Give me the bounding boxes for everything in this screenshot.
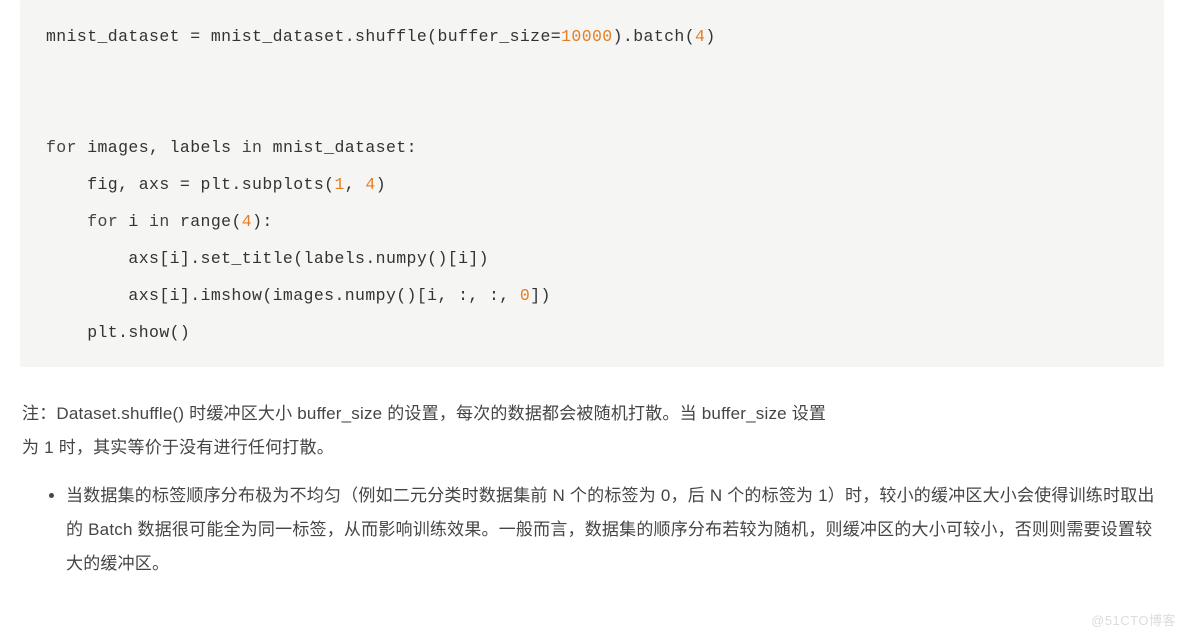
code-token: in	[149, 212, 170, 231]
bullet-list: 当数据集的标签顺序分布极为不均匀（例如二元分类时数据集前 N 个的标签为 0，后…	[22, 465, 1162, 581]
note-text-line1: 注：Dataset.shuffle() 时缓冲区大小 buffer_size 的…	[22, 404, 826, 423]
code-token: )	[376, 175, 386, 194]
code-token	[46, 212, 87, 231]
code-line: for images, labels in mnist_dataset:	[46, 129, 1138, 166]
code-token: for	[87, 212, 118, 231]
code-token: range(	[170, 212, 242, 231]
code-token: 10000	[561, 27, 613, 46]
watermark: @51CTO博客	[1091, 610, 1176, 629]
code-token: in	[242, 138, 263, 157]
code-token: ])	[530, 286, 551, 305]
code-line: fig, axs = plt.subplots(1, 4)	[46, 166, 1138, 203]
code-token: 1	[334, 175, 344, 194]
code-token: 4	[695, 27, 705, 46]
code-line: plt.show()	[46, 314, 1138, 351]
code-token: 0	[520, 286, 530, 305]
bullet-text: 当数据集的标签顺序分布极为不均匀（例如二元分类时数据集前 N 个的标签为 0，后…	[66, 486, 1155, 573]
code-token: for	[46, 138, 77, 157]
code-token: mnist_dataset = mnist_dataset.shuffle(bu…	[46, 27, 561, 46]
code-token: axs[i].imshow(images.numpy()[i, :, :,	[46, 286, 520, 305]
code-blank-line	[46, 92, 1138, 129]
code-token: 4	[242, 212, 252, 231]
code-token: fig, axs = plt.subplots(	[46, 175, 334, 194]
code-token: i	[118, 212, 149, 231]
note-text-line2: 为 1 时，其实等价于没有进行任何打散。	[22, 438, 334, 457]
bullet-item: 当数据集的标签顺序分布极为不均匀（例如二元分类时数据集前 N 个的标签为 0，后…	[66, 479, 1158, 581]
code-token: ).batch(	[613, 27, 695, 46]
code-token: )	[705, 27, 715, 46]
code-line: axs[i].set_title(labels.numpy()[i])	[46, 240, 1138, 277]
code-line: axs[i].imshow(images.numpy()[i, :, :, 0]…	[46, 277, 1138, 314]
code-line: mnist_dataset = mnist_dataset.shuffle(bu…	[46, 18, 1138, 55]
code-token: 4	[365, 175, 375, 194]
code-token: ,	[345, 175, 366, 194]
code-line: for i in range(4):	[46, 203, 1138, 240]
note-paragraph: 注：Dataset.shuffle() 时缓冲区大小 buffer_size 的…	[22, 397, 1162, 465]
code-token: mnist_dataset:	[262, 138, 417, 157]
code-blank-line	[46, 55, 1138, 92]
code-token: ):	[252, 212, 273, 231]
code-token: plt.show()	[46, 323, 190, 342]
code-token: images, labels	[77, 138, 242, 157]
code-block: mnist_dataset = mnist_dataset.shuffle(bu…	[20, 0, 1164, 367]
explanation-section: 注：Dataset.shuffle() 时缓冲区大小 buffer_size 的…	[0, 367, 1184, 591]
code-token: axs[i].set_title(labels.numpy()[i])	[46, 249, 489, 268]
